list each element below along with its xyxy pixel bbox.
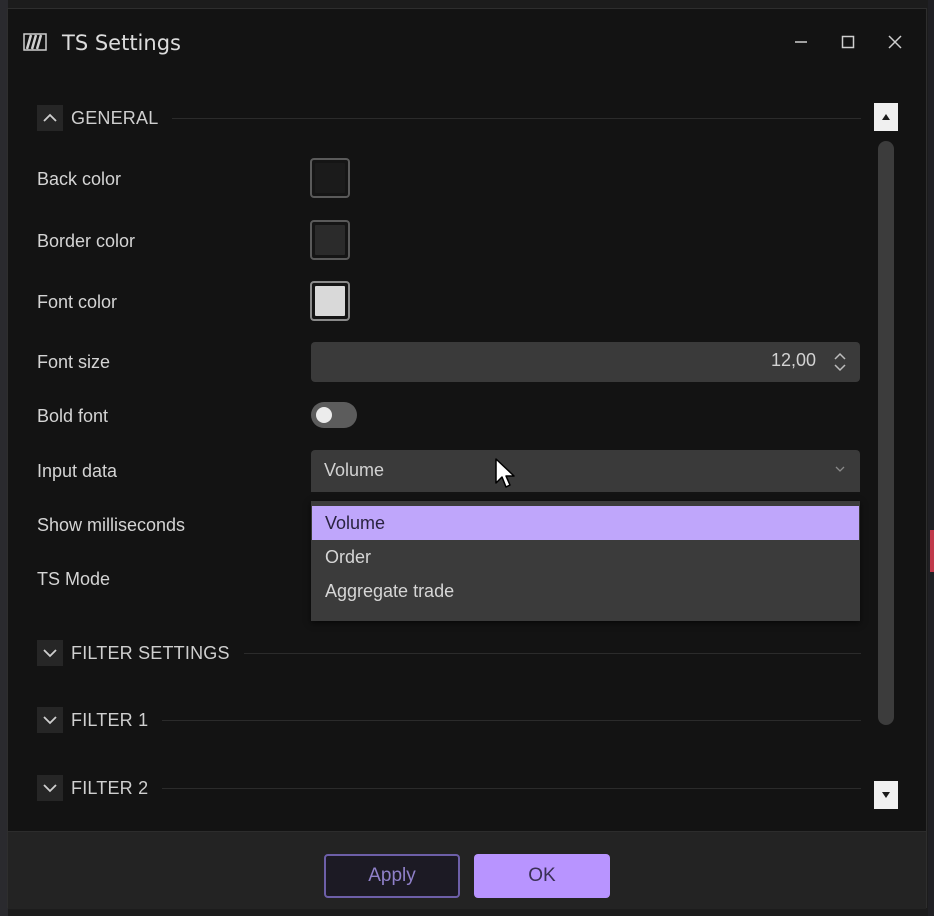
ts-mode-label: TS Mode: [37, 569, 111, 589]
close-icon: [888, 35, 902, 49]
scroll-down-button[interactable]: [874, 781, 898, 809]
font-color-fill: [315, 286, 345, 316]
section-title: FILTER 2: [71, 777, 149, 798]
dropdown-option-order[interactable]: Order: [312, 540, 859, 574]
apply-button[interactable]: Apply: [324, 854, 460, 898]
minimize-button[interactable]: [785, 27, 817, 57]
background-desktop-strip-right: [928, 0, 934, 916]
section-divider: [162, 787, 861, 789]
font-size-label: Font size: [37, 352, 111, 372]
scrollbar-thumb[interactable]: [878, 141, 894, 725]
back-color-label: Back color: [37, 169, 122, 189]
input-data-value: Volume: [324, 460, 385, 480]
font-color-label: Font color: [37, 292, 118, 312]
dropdown-option-volume[interactable]: Volume: [312, 506, 859, 540]
border-color-fill: [315, 225, 345, 255]
expand-toggle[interactable]: [37, 707, 63, 733]
expand-toggle[interactable]: [37, 775, 63, 801]
background-marker: [930, 530, 934, 572]
font-color-swatch[interactable]: [310, 281, 350, 321]
chevron-down-icon: [43, 649, 57, 658]
dialog-footer: Apply OK: [8, 831, 926, 909]
collapse-toggle[interactable]: [37, 105, 63, 131]
input-data-select[interactable]: Volume: [311, 450, 860, 492]
input-data-label: Input data: [37, 461, 118, 481]
show-milliseconds-label: Show milliseconds: [37, 515, 186, 535]
section-filter-settings[interactable]: FILTER SETTINGS: [37, 640, 861, 666]
section-general[interactable]: GENERAL: [37, 105, 861, 131]
section-divider: [162, 719, 861, 721]
settings-dialog: TS Settings GENERAL Back color Border co…: [7, 8, 927, 909]
spinner-icon[interactable]: [832, 350, 848, 374]
chevron-down-icon: [43, 784, 57, 793]
dropdown-option-aggregate-trade[interactable]: Aggregate trade: [312, 574, 859, 608]
back-color-swatch[interactable]: [310, 158, 350, 198]
section-title: GENERAL: [71, 107, 159, 128]
maximize-button[interactable]: [832, 27, 864, 57]
back-color-fill: [315, 163, 345, 193]
section-title: FILTER SETTINGS: [71, 642, 230, 663]
section-title: FILTER 1: [71, 709, 149, 730]
chevron-down-icon: [835, 466, 845, 472]
chevron-down-icon: [43, 716, 57, 725]
window-title: TS Settings: [62, 31, 181, 55]
bold-font-label: Bold font: [37, 406, 109, 426]
app-logo-icon: [23, 33, 47, 51]
triangle-up-icon: [882, 114, 890, 120]
border-color-swatch[interactable]: [310, 220, 350, 260]
section-divider: [243, 652, 861, 654]
section-filter-2[interactable]: FILTER 2: [37, 775, 861, 801]
ok-button[interactable]: OK: [474, 854, 610, 898]
font-size-stepper[interactable]: 12,00: [311, 342, 860, 382]
toggle-knob: [316, 407, 332, 423]
minimize-icon: [795, 41, 807, 43]
scroll-up-button[interactable]: [874, 103, 898, 131]
bold-font-toggle[interactable]: [311, 402, 357, 428]
section-divider: [172, 117, 861, 119]
font-size-value: 12,00: [770, 350, 816, 370]
chevron-up-icon: [43, 113, 57, 122]
close-button[interactable]: [879, 27, 911, 57]
title-bar[interactable]: TS Settings: [8, 9, 926, 75]
border-color-label: Border color: [37, 231, 136, 251]
expand-toggle[interactable]: [37, 640, 63, 666]
maximize-icon: [841, 35, 855, 49]
input-data-dropdown: Volume Order Aggregate trade: [311, 501, 860, 621]
section-filter-1[interactable]: FILTER 1: [37, 707, 861, 733]
triangle-down-icon: [882, 792, 890, 798]
